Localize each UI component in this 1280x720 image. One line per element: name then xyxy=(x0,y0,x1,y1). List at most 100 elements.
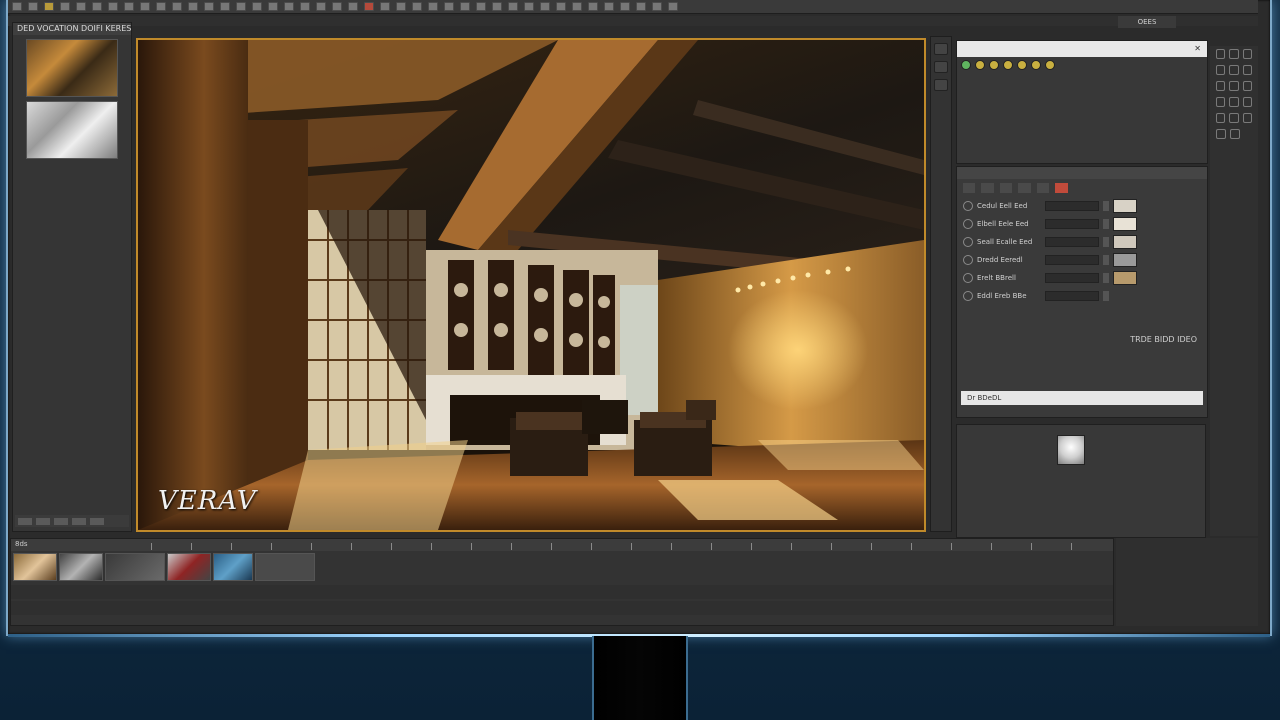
light-icon[interactable] xyxy=(1003,60,1013,70)
footer-button[interactable] xyxy=(90,517,104,525)
command-icon[interactable] xyxy=(1216,129,1226,139)
timeline-clip[interactable] xyxy=(167,553,211,581)
toolbar-icon[interactable] xyxy=(444,2,454,11)
toolbar-icon[interactable] xyxy=(316,2,326,11)
material-tab[interactable] xyxy=(999,183,1013,193)
param-spinner[interactable] xyxy=(1103,219,1109,229)
asset-thumbnail[interactable] xyxy=(26,101,118,159)
material-tab[interactable] xyxy=(963,183,976,193)
timeline-ruler[interactable]: 8ds xyxy=(11,539,1113,551)
toolbar-icon[interactable] xyxy=(76,2,86,11)
light-icon[interactable] xyxy=(975,60,985,70)
param-color-swatch[interactable] xyxy=(1113,235,1137,249)
timeline-clip[interactable] xyxy=(105,553,165,581)
toolbar-icon[interactable] xyxy=(364,2,374,11)
toolbar-icon[interactable] xyxy=(332,2,342,11)
command-icon[interactable] xyxy=(1229,97,1239,107)
toolbar-icon[interactable] xyxy=(620,2,630,11)
light-icon[interactable] xyxy=(1031,60,1041,70)
toolbar-icon[interactable] xyxy=(204,2,214,11)
toolbar-icon[interactable] xyxy=(412,2,422,11)
footer-button[interactable] xyxy=(18,517,32,525)
toolbar-icon[interactable] xyxy=(588,2,598,11)
command-icon[interactable] xyxy=(1216,65,1226,75)
toolbar-icon[interactable] xyxy=(380,2,390,11)
light-icon[interactable] xyxy=(1017,60,1027,70)
toolbar-icon[interactable] xyxy=(220,2,230,11)
timeline-track[interactable] xyxy=(11,585,1113,599)
command-icon[interactable] xyxy=(1242,81,1252,91)
material-preview-sphere[interactable] xyxy=(1057,435,1085,465)
toolbar-icon[interactable] xyxy=(60,2,70,11)
command-icon[interactable] xyxy=(1230,129,1240,139)
toolbar-icon[interactable] xyxy=(604,2,614,11)
param-spinner[interactable] xyxy=(1103,237,1109,247)
light-icon[interactable] xyxy=(989,60,999,70)
param-spinner[interactable] xyxy=(1103,291,1109,301)
far-right-tab[interactable]: OEES xyxy=(1118,16,1176,28)
toolbar-icon[interactable] xyxy=(348,2,358,11)
param-value-field[interactable] xyxy=(1045,273,1099,283)
command-icon[interactable] xyxy=(1242,113,1252,123)
toolbar-icon[interactable] xyxy=(188,2,198,11)
timeline-track[interactable] xyxy=(11,601,1113,615)
param-spinner[interactable] xyxy=(1103,255,1109,265)
toolbar-icon[interactable] xyxy=(492,2,502,11)
toolbar-icon[interactable] xyxy=(508,2,518,11)
material-tab[interactable] xyxy=(1018,183,1031,193)
param-spinner[interactable] xyxy=(1103,273,1109,283)
command-icon[interactable] xyxy=(1229,81,1239,91)
close-icon[interactable]: ✕ xyxy=(1194,41,1201,57)
toolbar-icon[interactable] xyxy=(236,2,246,11)
toolbar-icon[interactable] xyxy=(524,2,534,11)
toolbar-icon[interactable] xyxy=(556,2,566,11)
toolbar-icon[interactable] xyxy=(572,2,582,11)
material-tab[interactable] xyxy=(1036,183,1050,193)
toolbar-icon[interactable] xyxy=(156,2,166,11)
command-icon[interactable] xyxy=(1216,97,1226,107)
command-icon[interactable] xyxy=(1242,49,1252,59)
side-strip-button[interactable] xyxy=(934,79,948,91)
material-tab-active[interactable] xyxy=(1055,183,1068,193)
toolbar-icon[interactable] xyxy=(300,2,310,11)
timeline-clip[interactable] xyxy=(255,553,315,581)
timeline-clip[interactable] xyxy=(213,553,253,581)
toolbar-icon[interactable] xyxy=(396,2,406,11)
toolbar-icon[interactable] xyxy=(460,2,470,11)
param-value-field[interactable] xyxy=(1045,201,1099,211)
footer-button[interactable] xyxy=(54,517,68,525)
param-color-swatch[interactable] xyxy=(1113,253,1137,267)
command-icon[interactable] xyxy=(1216,81,1226,91)
footer-button[interactable] xyxy=(72,517,86,525)
param-value-field[interactable] xyxy=(1045,237,1099,247)
param-value-field[interactable] xyxy=(1045,219,1099,229)
light-icon[interactable] xyxy=(1045,60,1055,70)
toolbar-icon[interactable] xyxy=(540,2,550,11)
asset-thumbnail[interactable] xyxy=(26,39,118,97)
toolbar-icon[interactable] xyxy=(124,2,134,11)
timeline-clip[interactable] xyxy=(13,553,57,581)
command-icon[interactable] xyxy=(1242,65,1252,75)
toolbar-icon[interactable] xyxy=(44,2,54,11)
toolbar-icon[interactable] xyxy=(652,2,662,11)
toolbar-icon[interactable] xyxy=(172,2,182,11)
toolbar-icon[interactable] xyxy=(668,2,678,11)
render-icon[interactable] xyxy=(961,60,971,70)
toolbar-icon[interactable] xyxy=(140,2,150,11)
render-viewport[interactable]: VERAV xyxy=(136,38,926,532)
toolbar-icon[interactable] xyxy=(476,2,486,11)
param-color-swatch[interactable] xyxy=(1113,199,1137,213)
param-value-field[interactable] xyxy=(1045,255,1099,265)
param-spinner[interactable] xyxy=(1103,201,1109,211)
toolbar-icon[interactable] xyxy=(636,2,646,11)
command-icon[interactable] xyxy=(1242,97,1252,107)
param-color-swatch[interactable] xyxy=(1113,271,1137,285)
footer-button[interactable] xyxy=(36,517,50,525)
toolbar-icon[interactable] xyxy=(12,2,22,11)
material-name-bar[interactable]: Dr BDeDL xyxy=(961,391,1203,405)
param-value-field[interactable] xyxy=(1045,291,1099,301)
side-strip-button[interactable] xyxy=(934,43,948,55)
toolbar-icon[interactable] xyxy=(268,2,278,11)
toolbar-icon[interactable] xyxy=(252,2,262,11)
command-icon[interactable] xyxy=(1229,49,1239,59)
